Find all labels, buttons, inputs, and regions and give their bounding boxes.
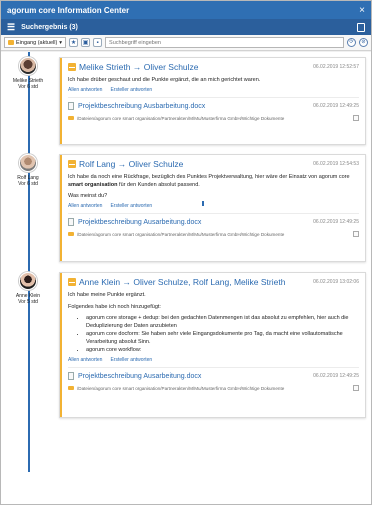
attachment-date: 06.02.2019 12:49:25 (313, 373, 359, 379)
time-ago: Vor 6 std (18, 181, 38, 187)
attachment: Projektbeschreibung Ausarbeitung.docx 06… (68, 367, 359, 391)
message-title[interactable]: Anne Klein → Oliver Schulze, Rolf Lang, … (79, 277, 285, 287)
text-cursor (202, 201, 204, 206)
save-icon[interactable]: ▣ (81, 38, 91, 47)
attachment-path[interactable]: /Dateien/agorum core smart organisation/… (77, 116, 284, 121)
message-body: Ich habe meine Punkte ergänzt. (68, 292, 146, 298)
message-card[interactable]: Anne Klein → Oliver Schulze, Rolf Lang, … (59, 272, 366, 418)
close-icon[interactable]: × (359, 5, 365, 16)
attachment: Projektbeschreibung Ausbarbeitung.docx 0… (68, 97, 359, 121)
attachment-name[interactable]: Projektbeschreibung Ausbarbeitung.docx (78, 103, 205, 110)
time-ago: Vor 5 std (18, 299, 38, 305)
mail-icon (68, 278, 76, 286)
refresh-icon[interactable]: ⟳ (347, 38, 356, 47)
reply-creator-link[interactable]: Ersteller antworten (110, 87, 152, 93)
lock-icon[interactable]: ▪ (93, 38, 103, 47)
app-window: agorum core Information Center × ☰ Suche… (0, 0, 372, 505)
file-icon (68, 218, 74, 226)
folder-icon (68, 386, 74, 390)
search-input[interactable] (109, 40, 340, 46)
reply-all-link[interactable]: Allen antworten (68, 357, 102, 363)
message-body: Ich habe drüber geschaut und die Punkte … (68, 77, 261, 83)
message-question: Was meinst du? (68, 193, 108, 199)
message-date: 06.02.2019 13:02:06 (313, 279, 359, 285)
author-column: Anne Klein Vor 5 std (7, 272, 49, 305)
timeline-line (28, 52, 30, 472)
results-title: Suchergebnis (3) (21, 23, 78, 31)
results-header: ☰ Suchergebnis (3) (1, 19, 371, 35)
attachment-name[interactable]: Projektbeschreibung Ausarbeitung.docx (78, 219, 201, 226)
menu-icon[interactable]: ☰ (7, 22, 15, 33)
message-body-intro: Folgendes habe ich noch hinzugefügt: (68, 304, 161, 310)
reply-all-link[interactable]: Allen antworten (68, 203, 102, 209)
attachment-path[interactable]: /Dateien/agorum core smart organisation/… (77, 386, 284, 391)
results-list: Melike Strieth Vor 6 std Melike Strieth … (1, 52, 371, 504)
message-body: Ich habe da noch eine Rückfrage, bezügli… (68, 174, 350, 188)
author-column: Rolf Lang Vor 6 std (7, 154, 49, 187)
attachment-name[interactable]: Projektbeschreibung Ausarbeitung.docx (78, 373, 201, 380)
reply-all-link[interactable]: Allen antworten (68, 87, 102, 93)
open-icon[interactable] (353, 385, 359, 391)
search-field[interactable] (105, 37, 344, 48)
avatar (19, 154, 37, 172)
inbox-icon (8, 40, 14, 45)
attachment: Projektbeschreibung Ausarbeitung.docx 06… (68, 213, 359, 237)
attachment-path[interactable]: /Dateien/agorum core smart organisation/… (77, 232, 284, 237)
list-item-bullet: agorum core docform: Sie haben sehr viel… (86, 330, 359, 346)
attachment-date: 06.02.2019 12:49:25 (313, 219, 359, 225)
avatar (19, 57, 37, 75)
app-title: agorum core Information Center (7, 5, 130, 15)
message-card[interactable]: Rolf Lang → Oliver Schulze 06.02.2019 12… (59, 154, 366, 262)
star-icon[interactable]: ★ (69, 38, 79, 47)
message-date: 06.02.2019 12:52:57 (313, 64, 359, 70)
list-item-bullet: agorum core storage + dedup: bei den ged… (86, 314, 359, 330)
time-ago: Vor 6 std (18, 84, 38, 90)
list-item-bullet: agorum core workflow: (86, 346, 359, 354)
document-icon[interactable] (357, 22, 365, 32)
message-card[interactable]: Melike Strieth → Oliver Schulze 06.02.20… (59, 57, 366, 145)
file-icon (68, 102, 74, 110)
reply-creator-link[interactable]: Ersteller antworten (110, 357, 152, 363)
author-column: Melike Strieth Vor 6 std (7, 57, 49, 90)
avatar (19, 272, 37, 290)
message-date: 06.02.2019 12:54:53 (313, 161, 359, 167)
toolbar: Eingang (aktuell) ▾ ★ ▣ ▪ ⟳ ⊘ (1, 35, 371, 51)
folder-icon (68, 232, 74, 236)
file-icon (68, 372, 74, 380)
folder-icon (68, 116, 74, 120)
folder-dropdown[interactable]: Eingang (aktuell) ▾ (4, 37, 67, 48)
title-bar: agorum core Information Center × (1, 1, 371, 19)
clear-icon[interactable]: ⊘ (359, 38, 368, 47)
bullet-list: agorum core storage + dedup: bei den ged… (86, 314, 359, 354)
attachment-date: 06.02.2019 12:49:25 (313, 103, 359, 109)
mail-icon (68, 160, 76, 168)
mail-icon (68, 63, 76, 71)
chevron-down-icon: ▾ (59, 39, 63, 46)
open-icon[interactable] (353, 231, 359, 237)
message-title[interactable]: Rolf Lang → Oliver Schulze (79, 159, 183, 169)
reply-creator-link[interactable]: Ersteller antworten (110, 203, 152, 209)
message-title[interactable]: Melike Strieth → Oliver Schulze (79, 62, 199, 72)
folder-dropdown-label: Eingang (aktuell) (16, 39, 58, 46)
open-icon[interactable] (353, 115, 359, 121)
